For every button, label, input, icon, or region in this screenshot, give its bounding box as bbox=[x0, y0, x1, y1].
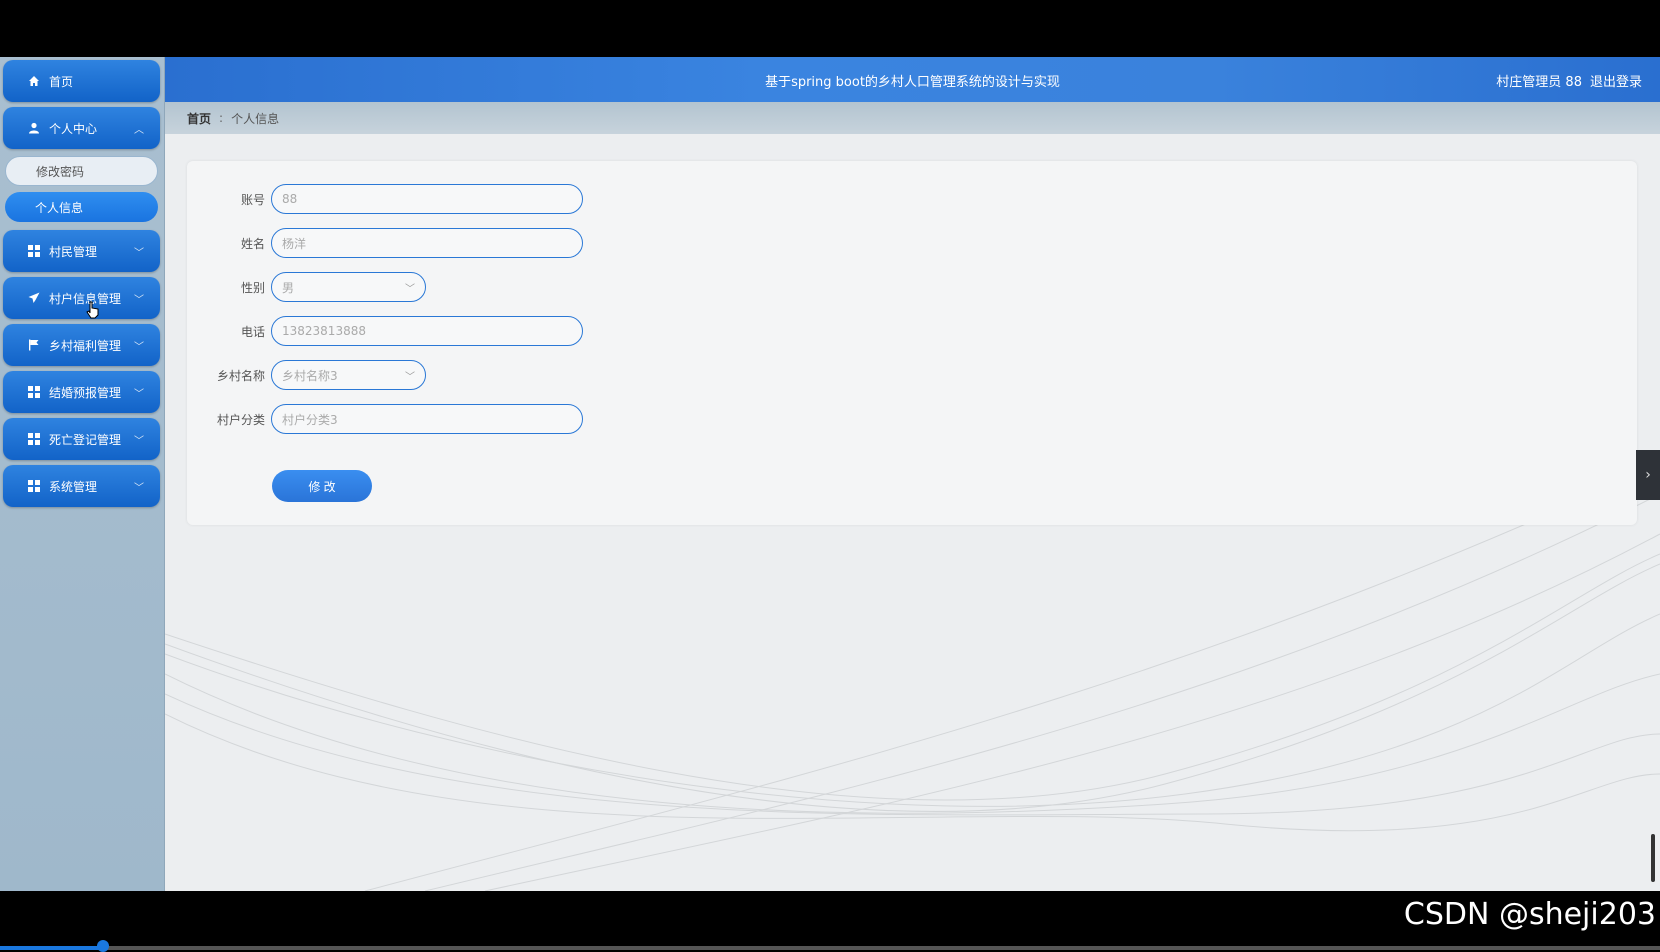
form-row-gender: 性别 男 ﹀ bbox=[187, 271, 426, 303]
account-label: 账号 bbox=[240, 192, 265, 207]
breadcrumb-separator: : bbox=[219, 111, 224, 125]
sidebar-item-label: 系统管理 bbox=[49, 479, 98, 494]
form-row-phone: 电话 13823813888 bbox=[187, 315, 583, 347]
sidebar-item-label: 首页 bbox=[49, 74, 74, 89]
top-header: 基于spring boot的乡村人口管理系统的设计与实现 村庄管理员 88 退出… bbox=[165, 57, 1660, 102]
sidebar-subitem-change-password[interactable]: 修改密码 bbox=[5, 156, 158, 186]
page-title: 基于spring boot的乡村人口管理系统的设计与实现 bbox=[765, 75, 1060, 90]
form-row-category: 村户分类 村户分类3 bbox=[187, 403, 583, 435]
category-value: 村户分类3 bbox=[282, 412, 338, 427]
profile-form-card: 账号 88 姓名 杨洋 性别 男 ﹀ 电话 13823813888 乡村名称 乡… bbox=[187, 161, 1637, 525]
sidebar-subitem-personal-info[interactable]: 个人信息 bbox=[5, 192, 158, 222]
breadcrumb-current: 个人信息 bbox=[231, 111, 280, 126]
gender-value: 男 bbox=[282, 280, 295, 295]
account-input[interactable]: 88 bbox=[271, 184, 583, 214]
chevron-down-icon: ﹀ bbox=[134, 341, 144, 353]
submit-button[interactable]: 修 改 bbox=[272, 470, 372, 502]
chevron-right-icon[interactable]: › bbox=[1636, 450, 1660, 500]
send-icon bbox=[27, 291, 41, 305]
sidebar-item-system-management[interactable]: 系统管理 ﹀ bbox=[3, 465, 160, 507]
category-label: 村户分类 bbox=[216, 412, 265, 427]
phone-input[interactable]: 13823813888 bbox=[271, 316, 583, 346]
watermark: CSDN @sheji203 bbox=[1403, 897, 1656, 932]
scroll-indicator[interactable] bbox=[1651, 834, 1655, 882]
name-label: 姓名 bbox=[240, 236, 265, 251]
chevron-down-icon: ﹀ bbox=[134, 388, 144, 400]
sidebar-subitem-label: 个人信息 bbox=[35, 200, 84, 215]
grid-icon bbox=[27, 479, 41, 493]
account-value: 88 bbox=[282, 192, 298, 206]
sidebar: 首页 个人中心 ︿ 修改密码 个人信息 村民管理 ﹀ 村户信息管理 ﹀ 乡村福利… bbox=[0, 57, 165, 891]
phone-value: 13823813888 bbox=[282, 324, 366, 338]
video-progress-track[interactable] bbox=[0, 946, 1660, 950]
user-label: 村庄管理员 88 bbox=[1496, 75, 1582, 90]
village-select[interactable]: 乡村名称3 ﹀ bbox=[271, 360, 426, 390]
sidebar-item-home[interactable]: 首页 bbox=[3, 60, 160, 102]
sidebar-item-welfare-management[interactable]: 乡村福利管理 ﹀ bbox=[3, 324, 160, 366]
logout-link[interactable]: 退出登录 bbox=[1590, 71, 1642, 90]
user-icon bbox=[27, 121, 41, 135]
sidebar-item-label: 结婚预报管理 bbox=[49, 385, 122, 400]
chevron-up-icon: ︿ bbox=[134, 124, 144, 136]
grid-icon bbox=[27, 244, 41, 258]
sidebar-item-label: 死亡登记管理 bbox=[49, 432, 122, 447]
sidebar-item-villager-management[interactable]: 村民管理 ﹀ bbox=[3, 230, 160, 272]
name-input[interactable]: 杨洋 bbox=[271, 228, 583, 258]
sidebar-item-death-registration[interactable]: 死亡登记管理 ﹀ bbox=[3, 418, 160, 460]
flag-icon bbox=[27, 338, 41, 352]
chevron-down-icon: ﹀ bbox=[134, 482, 144, 494]
chevron-down-icon: ﹀ bbox=[405, 371, 415, 383]
name-value: 杨洋 bbox=[282, 236, 307, 251]
home-icon bbox=[27, 74, 41, 88]
form-row-village: 乡村名称 乡村名称3 ﹀ bbox=[187, 359, 426, 391]
gender-label: 性别 bbox=[240, 280, 265, 295]
sidebar-item-label: 乡村福利管理 bbox=[49, 338, 122, 353]
village-label: 乡村名称 bbox=[216, 368, 265, 383]
grid-icon bbox=[27, 432, 41, 446]
grid-icon bbox=[27, 385, 41, 399]
app-screen: 首页 个人中心 ︿ 修改密码 个人信息 村民管理 ﹀ 村户信息管理 ﹀ 乡村福利… bbox=[0, 57, 1660, 891]
sidebar-item-label: 村民管理 bbox=[49, 244, 98, 259]
breadcrumb-home[interactable]: 首页 bbox=[187, 110, 211, 127]
sidebar-item-personal-center[interactable]: 个人中心 ︿ bbox=[3, 107, 160, 149]
chevron-down-icon: ﹀ bbox=[134, 294, 144, 306]
breadcrumb: 首页 : 个人信息 bbox=[165, 102, 1660, 134]
sidebar-item-household-info[interactable]: 村户信息管理 ﹀ bbox=[3, 277, 160, 319]
village-value: 乡村名称3 bbox=[282, 368, 338, 383]
chevron-down-icon: ﹀ bbox=[405, 283, 415, 295]
form-row-name: 姓名 杨洋 bbox=[187, 227, 583, 259]
form-row-account: 账号 88 bbox=[187, 183, 583, 215]
sidebar-item-label: 个人中心 bbox=[49, 121, 98, 136]
chevron-down-icon: ﹀ bbox=[134, 435, 144, 447]
video-progress-fill bbox=[0, 946, 103, 950]
mouse-cursor-icon bbox=[86, 301, 99, 319]
phone-label: 电话 bbox=[240, 324, 265, 339]
sidebar-item-marriage-management[interactable]: 结婚预报管理 ﹀ bbox=[3, 371, 160, 413]
video-progress-knob[interactable] bbox=[96, 940, 109, 952]
category-input[interactable]: 村户分类3 bbox=[271, 404, 583, 434]
user-area: 村庄管理员 88 退出登录 bbox=[1496, 71, 1642, 90]
gender-select[interactable]: 男 ﹀ bbox=[271, 272, 426, 302]
chevron-down-icon: ﹀ bbox=[134, 247, 144, 259]
sidebar-subitem-label: 修改密码 bbox=[36, 164, 85, 179]
